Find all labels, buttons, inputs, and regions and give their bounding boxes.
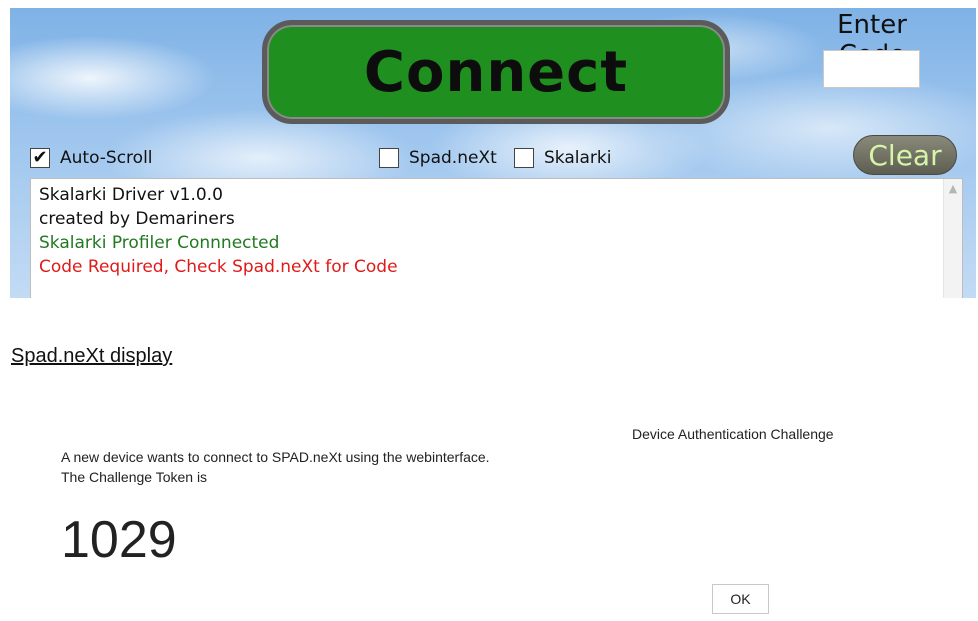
spad-next-checkbox[interactable]: Spad.neXt: [379, 148, 497, 168]
clear-button[interactable]: Clear: [853, 135, 957, 175]
spad-next-label: Spad.neXt: [409, 148, 497, 168]
auto-scroll-checkbox[interactable]: ✔ Auto-Scroll: [30, 148, 153, 168]
chevron-up-icon[interactable]: ▲: [947, 183, 959, 195]
skalarki-driver-window: Connect Enter Code ✔ Auto-Scroll Spad.ne…: [10, 8, 976, 298]
skalarki-label: Skalarki: [544, 148, 612, 168]
code-input[interactable]: [823, 50, 920, 88]
log-output: Skalarki Driver v1.0.0 created by Demari…: [30, 178, 963, 298]
checkbox-unchecked-icon[interactable]: [379, 148, 399, 168]
log-scrollbar[interactable]: ▲: [943, 179, 962, 298]
dialog-message: A new device wants to connect to SPAD.ne…: [61, 447, 490, 487]
log-line: Code Required, Check Spad.neXt for Code: [39, 257, 398, 277]
dialog-message-line: The Challenge Token is: [61, 469, 208, 485]
spad-next-display-heading: Spad.neXt display: [11, 345, 173, 367]
log-line: Skalarki Driver v1.0.0: [39, 185, 223, 205]
log-line: created by Demariners: [39, 209, 235, 229]
checkbox-checked-icon[interactable]: ✔: [30, 148, 50, 168]
checkbox-unchecked-icon[interactable]: [514, 148, 534, 168]
dialog-message-line: A new device wants to connect to SPAD.ne…: [61, 449, 490, 465]
dialog-title: Device Authentication Challenge: [632, 426, 834, 442]
connect-button[interactable]: Connect: [262, 20, 730, 124]
ok-button[interactable]: OK: [712, 584, 769, 614]
log-line: Skalarki Profiler Connnected: [39, 233, 280, 253]
auto-scroll-label: Auto-Scroll: [60, 148, 153, 168]
skalarki-checkbox[interactable]: Skalarki: [514, 148, 611, 168]
challenge-token: 1029: [61, 511, 177, 569]
